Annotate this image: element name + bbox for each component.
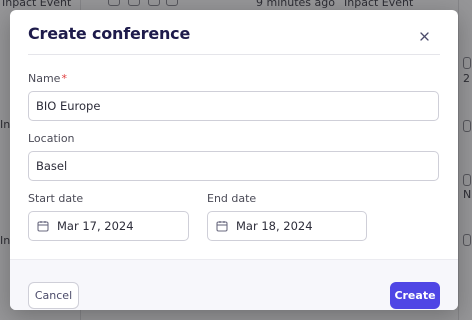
header-divider <box>28 54 440 55</box>
background-row-value: 2 <box>463 72 470 85</box>
name-field[interactable] <box>28 91 439 121</box>
background-row-title: In <box>0 118 11 131</box>
cancel-button[interactable]: Cancel <box>28 282 79 309</box>
background-row-value: N <box>463 188 472 201</box>
background-chip-icon <box>148 0 160 6</box>
create-button[interactable]: Create <box>390 282 440 309</box>
background-chip-icon <box>463 120 471 132</box>
location-field[interactable] <box>28 151 439 181</box>
location-input[interactable] <box>36 159 438 173</box>
start-date-picker[interactable]: Mar 17, 2024 <box>28 211 189 241</box>
required-marker: * <box>61 72 67 85</box>
end-date-picker[interactable]: Mar 18, 2024 <box>207 211 367 241</box>
close-button[interactable] <box>414 26 434 46</box>
background-calendar-icon <box>463 174 471 186</box>
background-chip-icon <box>463 234 471 246</box>
calendar-icon <box>216 220 228 232</box>
background-calendar-icon <box>463 57 471 69</box>
dialog-footer: Cancel Create <box>10 259 458 310</box>
name-input[interactable] <box>36 99 438 113</box>
background-row-title: Inpact Event <box>2 0 72 9</box>
end-date-value: Mar 18, 2024 <box>236 219 313 233</box>
background-timestamp: 9 minutes ago <box>256 0 335 9</box>
background-row-title: In <box>0 234 11 247</box>
create-conference-dialog: Create conference Name* Location Start d… <box>10 10 458 310</box>
end-date-label: End date <box>207 192 257 205</box>
background-chip-icon <box>108 0 120 6</box>
calendar-icon <box>37 220 49 232</box>
background-chip-icon <box>128 0 140 6</box>
close-icon <box>419 31 429 41</box>
background-column-divider <box>458 0 459 320</box>
background-chip-icon <box>166 0 178 6</box>
dialog-title: Create conference <box>28 24 191 43</box>
background-row-title: Inpact Event <box>344 0 414 9</box>
location-label: Location <box>28 132 75 145</box>
name-label: Name* <box>28 72 67 85</box>
start-date-label: Start date <box>28 192 84 205</box>
name-label-text: Name <box>28 72 61 85</box>
start-date-value: Mar 17, 2024 <box>57 219 134 233</box>
